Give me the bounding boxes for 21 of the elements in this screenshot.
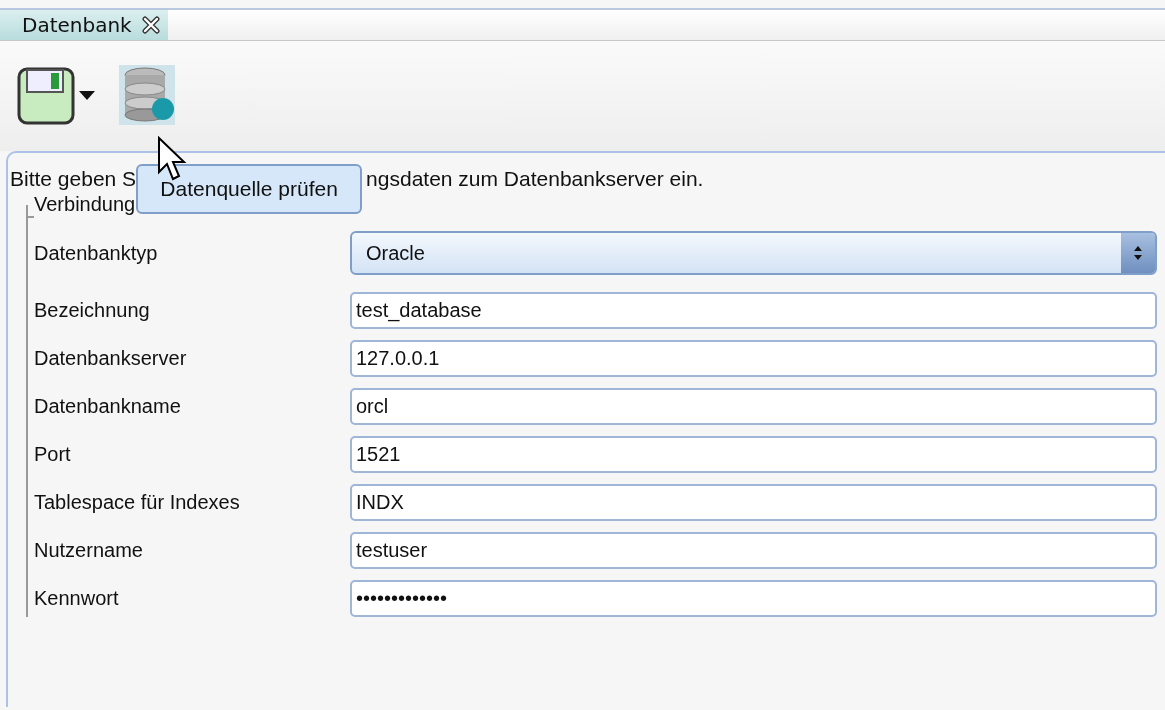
input-field[interactable]: INDX [350, 484, 1157, 521]
field-label: Datenbanktyp [34, 241, 159, 265]
field-label: Datenbankname [34, 395, 182, 418]
field-label: Tablespace für Indexes [34, 491, 241, 514]
input-field[interactable]: orcl [350, 388, 1157, 425]
field-label: Port [34, 443, 72, 466]
field-label: Datenbankserver [34, 347, 188, 370]
field-label: Nutzername [34, 539, 144, 562]
input-field[interactable]: 127.0.0.1 [350, 340, 1157, 377]
field-label: Bezeichnung [34, 299, 151, 322]
password-field[interactable]: ••••••••••••• [350, 580, 1157, 617]
group-legend: Verbindung [28, 193, 136, 216]
tooltip: Datenquelle prüfen [136, 164, 363, 214]
input-field[interactable]: 1521 [350, 436, 1157, 473]
input-field[interactable]: test_database [350, 292, 1157, 329]
tab[interactable]: Datenbank [0, 10, 168, 40]
instruction-text: Bitte geben S [10, 167, 137, 192]
field-label: Kennwort [34, 587, 120, 610]
input-field[interactable]: testuser [350, 532, 1157, 569]
dropdown[interactable]: Oracle [350, 231, 1157, 275]
instruction-text: ngsdaten zum Datenbankserver ein. [366, 167, 704, 192]
